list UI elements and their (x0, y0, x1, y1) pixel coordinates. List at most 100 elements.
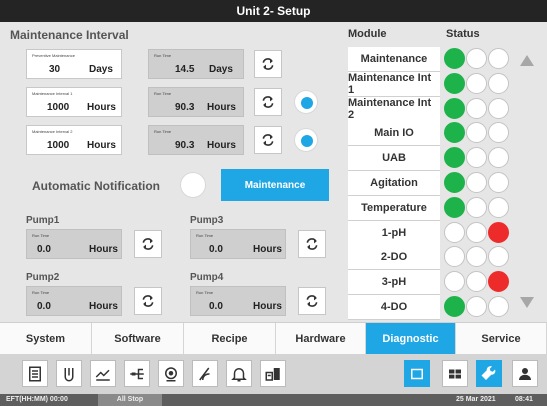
status-indicator (444, 122, 465, 143)
status-indicator (444, 296, 465, 317)
vessel-glyph (64, 367, 74, 381)
status-indicator (488, 271, 509, 292)
bell-glyph (231, 367, 247, 381)
wrench-icon[interactable] (476, 360, 502, 387)
automatic-notification-toggle[interactable] (180, 172, 206, 198)
data-export-icon[interactable] (260, 360, 286, 387)
window-icon[interactable] (404, 360, 430, 387)
tab-diagnostic[interactable]: Diagnostic (366, 323, 456, 355)
refresh-icon (142, 238, 154, 250)
clipboard-icon[interactable] (22, 360, 48, 387)
tab-hardware[interactable]: Hardware (276, 323, 366, 355)
scroll-up-arrow-icon[interactable] (520, 55, 534, 66)
status-header: Status (446, 28, 480, 40)
tab-service[interactable]: Service (456, 323, 547, 355)
status-indicator (466, 296, 487, 317)
scroll-down-arrow-icon[interactable] (520, 297, 534, 308)
maintenance-interval-2-field[interactable]: Maintenance Interval 2 1000 Hours (26, 125, 122, 155)
module-name[interactable]: Maintenance Int 2 (348, 97, 440, 122)
status-indicator (444, 197, 465, 218)
runtime-value: 0.0 (37, 244, 51, 255)
network-glyph (130, 368, 144, 379)
field-caption: Run Time (154, 53, 172, 58)
pump2-label: Pump2 (26, 272, 60, 283)
runtime-unit: Hours (89, 301, 118, 312)
maintenance-interval-1-runtime: Run Time 90.3 Hours (148, 87, 244, 117)
tab-recipe[interactable]: Recipe (184, 323, 276, 355)
module-name[interactable]: 4-DO (348, 295, 440, 320)
refresh-icon (262, 134, 274, 146)
reset-runtime-button[interactable] (254, 50, 282, 78)
module-name[interactable]: Agitation (348, 171, 440, 196)
user-icon[interactable] (512, 360, 538, 387)
refresh-icon (262, 96, 274, 108)
export-glyph (265, 367, 280, 381)
interval-2-enable-radio[interactable] (294, 128, 318, 152)
status-indicator (466, 122, 487, 143)
runtime-value: 90.3 (175, 140, 195, 151)
status-indicator (488, 296, 509, 317)
module-name[interactable]: UAB (348, 146, 440, 171)
reset-runtime-button[interactable] (254, 88, 282, 116)
status-indicator (444, 172, 465, 193)
status-indicator (444, 246, 465, 267)
status-indicator (488, 246, 509, 267)
status-indicator (444, 222, 465, 243)
window-title: Unit 2- Setup (236, 4, 311, 18)
pump4-runtime: Run Time 0.0 Hours (190, 286, 286, 316)
pump1-reset-button[interactable] (134, 230, 162, 258)
wrench-glyph (481, 365, 496, 380)
pump2-reset-button[interactable] (134, 287, 162, 315)
maintenance-button[interactable]: Maintenance (221, 169, 329, 201)
module-name[interactable]: 1-pH (348, 221, 440, 246)
module-name[interactable]: Maintenance Int 1 (348, 72, 440, 97)
status-indicator (488, 197, 509, 218)
calibration-icon[interactable] (192, 360, 218, 387)
refresh-icon (262, 58, 274, 70)
status-indicator (488, 147, 509, 168)
pump-icon[interactable] (158, 360, 184, 387)
pump2-runtime: Run Time 0.0 Hours (26, 286, 122, 316)
vessel-icon[interactable] (56, 360, 82, 387)
field-caption: Maintenance Interval 2 (32, 129, 73, 134)
field-unit: Hours (87, 102, 116, 113)
interval-1-enable-radio[interactable] (294, 90, 318, 114)
status-indicator (488, 73, 509, 94)
tab-software[interactable]: Software (92, 323, 184, 355)
pump3-reset-button[interactable] (298, 230, 326, 258)
trend-chart-icon[interactable] (90, 360, 116, 387)
field-caption: Run Time (196, 290, 214, 295)
maintenance-interval-2-runtime: Run Time 90.3 Hours (148, 125, 244, 155)
status-indicator (444, 73, 465, 94)
field-caption: Run Time (154, 129, 172, 134)
preventive-maintenance-field[interactable]: Preventive Maintenance 30 Days (26, 49, 122, 79)
runtime-value: 0.0 (37, 301, 51, 312)
module-name[interactable]: 3-pH (348, 270, 440, 295)
status-indicator (466, 98, 487, 119)
field-caption: Run Time (154, 91, 172, 96)
grid-view-icon[interactable] (442, 360, 468, 387)
tab-system[interactable]: System (0, 323, 92, 355)
network-icon[interactable] (124, 360, 150, 387)
field-caption: Run Time (196, 233, 214, 238)
module-name[interactable]: 2-DO (348, 245, 440, 270)
refresh-icon (142, 295, 154, 307)
user-glyph (519, 367, 531, 380)
maintenance-interval-1-field[interactable]: Maintenance Interval 1 1000 Hours (26, 87, 122, 117)
status-indicator (466, 48, 487, 69)
run-state: All Stop (98, 394, 162, 406)
pump3-label: Pump3 (190, 215, 224, 226)
alarm-bell-icon[interactable] (226, 360, 252, 387)
module-name[interactable]: Maintenance (348, 47, 440, 72)
clock: 08:41 (515, 396, 533, 403)
module-name[interactable]: Temperature (348, 196, 440, 221)
reset-runtime-button[interactable] (254, 126, 282, 154)
field-unit: Days (89, 64, 113, 75)
field-caption: Maintenance Interval 1 (32, 91, 73, 96)
module-name[interactable]: Main IO (348, 121, 440, 146)
status-indicator (488, 98, 509, 119)
pump4-reset-button[interactable] (298, 287, 326, 315)
status-indicator (488, 172, 509, 193)
runtime-value: 90.3 (175, 102, 195, 113)
grid-glyph (449, 369, 461, 378)
